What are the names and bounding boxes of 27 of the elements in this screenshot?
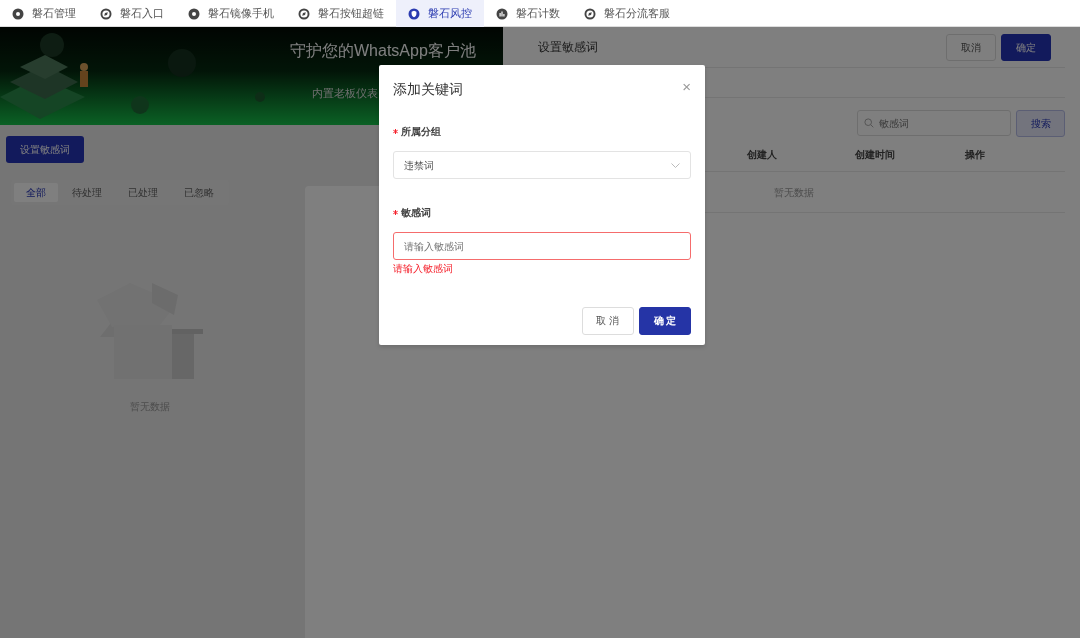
nav-tab[interactable]: 磐石管理 [0, 0, 88, 27]
column-header: 创建时间 [855, 147, 896, 162]
nav-tab[interactable]: 磐石按钮超链 [286, 0, 396, 27]
confirm-button[interactable]: 确 定 [639, 306, 691, 335]
input-field[interactable]: 请输入敏感词 [393, 232, 691, 260]
error-message: 请输入敏感词 [393, 262, 453, 276]
nav-tab[interactable]: 磐石计数 [484, 0, 572, 27]
field-label: 敏感词 [393, 205, 431, 220]
filter-tab[interactable]: 全部 [14, 183, 58, 202]
column-header: 创建人 [747, 147, 778, 162]
drawer-title: 设置敏感词 [538, 39, 598, 56]
search-field[interactable]: 敏感词 [856, 110, 1011, 136]
banner-subtitle: 内置老板仪表 [312, 86, 378, 101]
dialog-title: 添加关键词 [393, 80, 463, 99]
nav-tab[interactable]: 磐石分流客服 [572, 0, 682, 27]
search-button[interactable]: 搜索 [1016, 110, 1065, 137]
set-words-button[interactable]: 设置敏感词 [5, 136, 84, 163]
nav-tab[interactable]: 磐石入口 [88, 0, 176, 27]
field-label: 所属分组 [393, 124, 441, 139]
nav-tab[interactable]: 磐石镜像手机 [176, 0, 286, 27]
nav-tab[interactable]: 磐石风控 [396, 0, 484, 27]
confirm-button[interactable]: 确定 [1001, 33, 1051, 61]
cancel-button[interactable]: 取消 [945, 33, 996, 61]
banner-title: 守护您的WhatsApp客户池 [290, 41, 476, 61]
cancel-button[interactable]: 取 消 [581, 306, 634, 335]
select-field[interactable]: 违禁词 [393, 151, 691, 179]
column-header: 操作 [965, 147, 986, 162]
